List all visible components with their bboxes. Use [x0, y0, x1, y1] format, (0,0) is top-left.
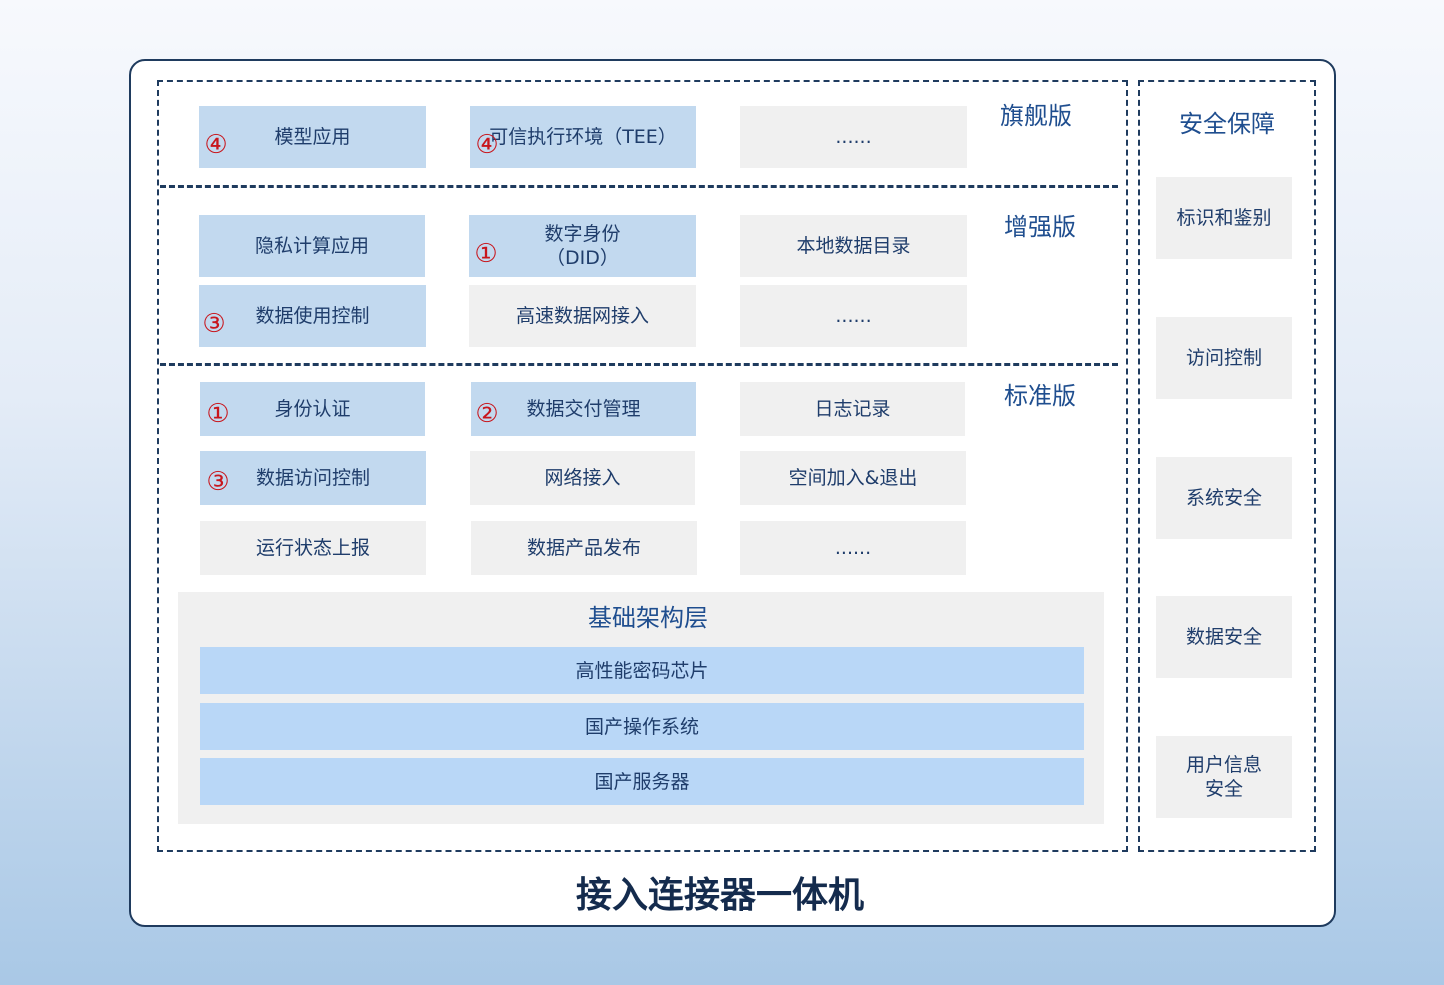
marker-3: ③ — [206, 467, 230, 497]
infra-domestic-os: 国产操作系统 — [200, 703, 1084, 750]
security-item-access-control: 访问控制 — [1156, 317, 1292, 399]
enhanced-standard-divider — [160, 363, 1118, 366]
enhanced-item-did: 数字身份 （DID） — [469, 215, 696, 277]
infra-domestic-server: 国产服务器 — [200, 758, 1084, 805]
marker-1: ① — [474, 239, 498, 269]
marker-3: ③ — [202, 309, 226, 339]
security-item-user-info-security: 用户信息 安全 — [1156, 736, 1292, 818]
marker-4: ④ — [475, 130, 499, 160]
standard-item-more: ...... — [740, 521, 966, 575]
diagram-title: 接入连接器一体机 — [575, 875, 864, 916]
infrastructure-title: 基础架构层 — [588, 604, 708, 632]
security-item-identification: 标识和鉴别 — [1156, 177, 1292, 259]
infra-crypto-chip: 高性能密码芯片 — [200, 647, 1084, 694]
marker-4: ④ — [204, 130, 228, 160]
enhanced-item-local-catalog: 本地数据目录 — [740, 215, 967, 277]
flagship-enhanced-divider — [160, 185, 1118, 188]
standard-item-status-report: 运行状态上报 — [200, 521, 426, 575]
standard-item-access-control: 数据访问控制 — [200, 451, 426, 505]
standard-item-network-access: 网络接入 — [470, 451, 695, 505]
security-title: 安全保障 — [1179, 110, 1275, 138]
flagship-item-more: ...... — [740, 106, 967, 168]
standard-item-space-join-exit: 空间加入&退出 — [740, 451, 966, 505]
enhanced-item-high-speed-network: 高速数据网接入 — [469, 285, 696, 347]
marker-1: ① — [206, 399, 230, 429]
enhanced-item-usage-control: 数据使用控制 — [199, 285, 426, 347]
enhanced-item-more: ...... — [740, 285, 967, 347]
standard-item-delivery-management: 数据交付管理 — [471, 382, 696, 436]
flagship-item-model-app: 模型应用 — [199, 106, 426, 168]
standard-label: 标准版 — [1004, 382, 1076, 410]
marker-2: ② — [475, 399, 499, 429]
standard-item-authentication: 身份认证 — [200, 382, 425, 436]
standard-item-logging: 日志记录 — [740, 382, 965, 436]
security-item-data-security: 数据安全 — [1156, 596, 1292, 678]
flagship-item-tee: 可信执行环境（TEE） — [470, 106, 696, 168]
enhanced-item-privacy-computing: 隐私计算应用 — [199, 215, 425, 277]
security-item-system-security: 系统安全 — [1156, 457, 1292, 539]
standard-item-product-publish: 数据产品发布 — [471, 521, 697, 575]
flagship-label: 旗舰版 — [1000, 102, 1072, 130]
enhanced-label: 增强版 — [1004, 213, 1076, 241]
